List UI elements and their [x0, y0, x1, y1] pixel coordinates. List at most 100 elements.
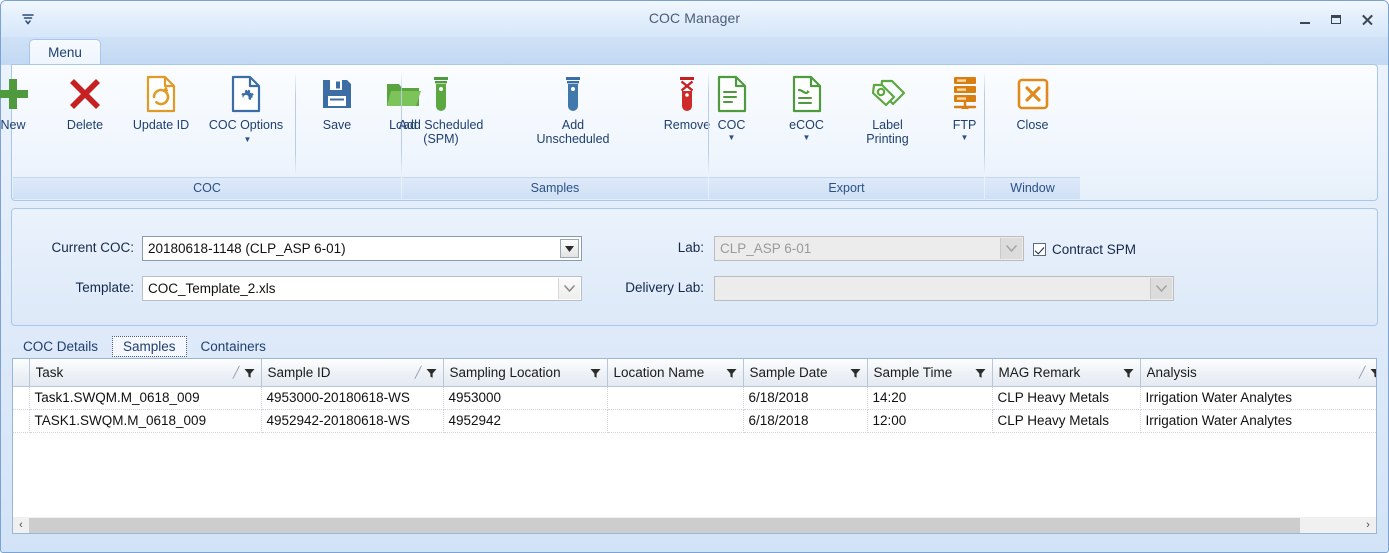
column-header-sample-time[interactable]: Sample Time	[867, 359, 993, 387]
document-lines-icon	[716, 72, 748, 116]
add-scheduled-spm-label: Add Scheduled (SPM)	[398, 118, 484, 146]
column-header-sampling-location[interactable]: Sampling Location	[443, 359, 608, 387]
cross-icon	[67, 72, 103, 116]
tab-samples[interactable]: Samples	[112, 335, 187, 357]
chevron-down-icon[interactable]	[558, 278, 580, 299]
delivery-lab-label: Delivery Lab:	[625, 280, 704, 295]
column-header-sample-time-label: Sample Time	[873, 364, 953, 380]
new-button-label: New	[0, 118, 26, 132]
ribbon-tab-label: Menu	[48, 45, 82, 60]
horizontal-scrollbar[interactable]: ‹ ›	[12, 517, 1377, 534]
filter-icon[interactable]	[1123, 367, 1134, 378]
export-coc-label: COC	[717, 118, 746, 132]
export-ecoc-label: eCOC	[789, 118, 824, 132]
gear-document-icon	[229, 72, 263, 116]
filter-icon[interactable]	[244, 367, 255, 378]
minimize-button[interactable]	[1298, 13, 1312, 27]
maximize-button[interactable]	[1329, 13, 1343, 27]
filter-icon[interactable]	[726, 367, 737, 378]
lab-value: CLP_ASP 6-01	[720, 241, 812, 256]
export-ecoc-button[interactable]: eCOC ▼	[771, 72, 843, 144]
add-unscheduled-label: Add Unscheduled	[536, 118, 610, 146]
column-header-task-label: Task	[35, 364, 64, 380]
tab-coc-details[interactable]: COC Details	[13, 337, 108, 356]
sort-indicator-icon[interactable]: ╱	[233, 366, 240, 379]
export-coc-button[interactable]: COC ▼	[697, 72, 767, 144]
filter-icon[interactable]	[426, 367, 437, 378]
add-unscheduled-button[interactable]: Add Unscheduled	[515, 72, 631, 146]
scroll-right-icon[interactable]: ›	[1360, 518, 1376, 533]
ribbon-group-coc: New Delete Update ID COC Options ▼ Save …	[0, 66, 421, 199]
ribbon-tab-menu[interactable]: Menu	[29, 39, 101, 65]
ftp-server-icon	[950, 72, 980, 116]
cell-analysis: Irrigation Water Analytes	[1140, 386, 1376, 410]
row-selector[interactable]	[13, 386, 30, 410]
ribbon-tab-strip: Menu	[1, 37, 1388, 65]
chevron-down-icon[interactable]	[560, 239, 579, 258]
filter-icon[interactable]	[975, 367, 986, 378]
column-header-task[interactable]: Task ╱	[29, 359, 262, 387]
current-coc-combo[interactable]: 20180618-1148 (CLP_ASP 6-01)	[142, 236, 582, 261]
row-selector[interactable]	[13, 409, 30, 433]
horizontal-scroll-track[interactable]	[29, 517, 1360, 533]
template-combo[interactable]: COC_Template_2.xls	[142, 276, 582, 301]
current-coc-label: Current COC:	[51, 240, 134, 255]
save-button[interactable]: Save	[304, 72, 370, 132]
template-label: Template:	[75, 280, 134, 295]
scroll-left-icon[interactable]: ‹	[13, 518, 29, 533]
samples-grid[interactable]: Task ╱ Sample ID ╱ Sampling Location Loc…	[12, 358, 1377, 534]
ftp-label: FTP	[952, 118, 977, 132]
close-box-icon	[1016, 72, 1050, 116]
window-controls	[1298, 13, 1374, 27]
add-scheduled-spm-button[interactable]: Add Scheduled (SPM)	[381, 72, 501, 146]
coc-options-button[interactable]: COC Options ▼	[200, 72, 292, 147]
ribbon-group-window-label: Window	[985, 177, 1080, 199]
cell-sample-time: 12:00	[867, 409, 993, 433]
ribbon: New Delete Update ID COC Options ▼ Save …	[0, 64, 1378, 201]
column-header-sample-id-label: Sample ID	[267, 364, 331, 380]
cell-sample-date: 6/18/2018	[743, 409, 868, 433]
column-header-sample-id[interactable]: Sample ID ╱	[261, 359, 444, 387]
sort-indicator-icon[interactable]: ╱	[1359, 366, 1366, 379]
cell-sample-date: 6/18/2018	[743, 386, 868, 410]
close-window-button[interactable]: Close	[992, 72, 1074, 132]
tab-containers-label: Containers	[200, 338, 266, 354]
plus-icon	[0, 72, 31, 116]
update-id-button[interactable]: Update ID	[122, 72, 200, 132]
filter-icon[interactable]	[590, 367, 601, 378]
cell-sample-id: 4953000-20180618-WS	[261, 386, 444, 410]
document-signed-icon	[791, 72, 823, 116]
column-header-sample-date[interactable]: Sample Date	[743, 359, 868, 387]
chevron-down-icon: ▼	[960, 133, 969, 142]
refresh-document-icon	[144, 72, 178, 116]
tab-containers[interactable]: Containers	[191, 337, 276, 356]
column-header-location-name[interactable]: Location Name	[607, 359, 744, 387]
new-button[interactable]: New	[0, 72, 48, 132]
table-row[interactable]: TASK1.SWQM.M_0618_009 4952942-20180618-W…	[13, 409, 1376, 433]
cell-sample-time: 14:20	[867, 386, 993, 410]
contract-spm-checkbox[interactable]: Contract SPM	[1033, 242, 1136, 257]
sort-indicator-icon[interactable]: ╱	[415, 366, 422, 379]
delete-button-label: Delete	[66, 118, 104, 132]
column-header-analysis[interactable]: Analysis ╱	[1140, 359, 1376, 387]
window-close-button[interactable]	[1360, 13, 1374, 27]
red-test-tube-icon	[676, 72, 698, 116]
ribbon-group-samples-items: Add Scheduled (SPM) Add Unscheduled Remo…	[399, 66, 710, 177]
detail-tab-strip: COC Details Samples Containers	[13, 334, 280, 358]
horizontal-scroll-thumb[interactable]	[29, 517, 1301, 533]
label-printing-button[interactable]: Label Printing	[847, 72, 929, 146]
contract-spm-label: Contract SPM	[1052, 242, 1137, 257]
delete-button[interactable]: Delete	[48, 72, 122, 132]
coc-options-button-label: COC Options ▼	[206, 118, 286, 147]
title-bar: COC Manager	[1, 1, 1388, 37]
filter-icon[interactable]	[1370, 367, 1376, 378]
filter-icon[interactable]	[850, 367, 861, 378]
close-window-label: Close	[1016, 118, 1049, 132]
column-header-mag-remark[interactable]: MAG Remark	[992, 359, 1141, 387]
ribbon-group-samples-label: Samples	[402, 177, 708, 199]
table-row[interactable]: Task1.SWQM.M_0618_009 4953000-20180618-W…	[13, 386, 1376, 410]
ribbon-group-export: COC ▼ eCOC ▼ Label Printing FTP ▼ Export	[709, 66, 984, 199]
chevron-down-icon	[1150, 278, 1172, 299]
cell-task: TASK1.SWQM.M_0618_009	[29, 409, 262, 433]
chevron-down-icon: ▼	[243, 134, 252, 144]
